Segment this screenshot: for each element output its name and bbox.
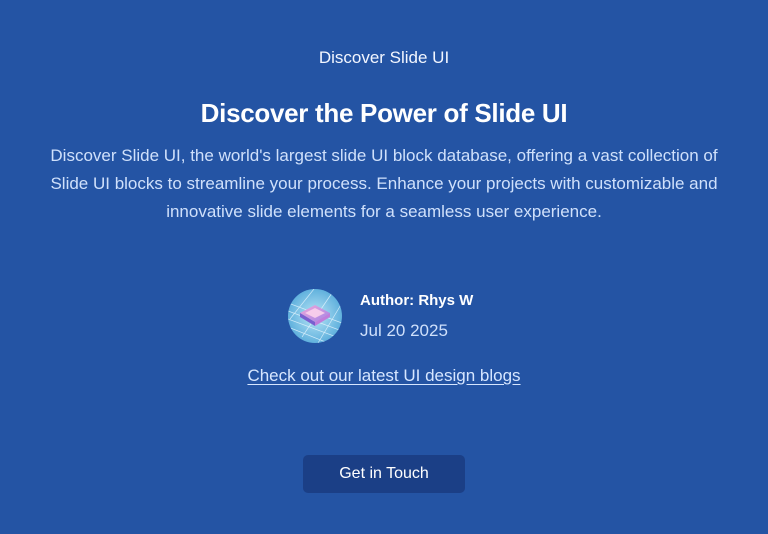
author-name: Author: Rhys W [360, 292, 474, 309]
blog-link[interactable]: Check out our latest UI design blogs [247, 366, 520, 385]
avatar-image [288, 289, 342, 343]
author-details: Author: Rhys W Jul 20 2025 [360, 290, 473, 342]
eyebrow-text: Discover Slide UI [318, 48, 450, 67]
get-in-touch-button[interactable]: Get in Touch [303, 455, 465, 493]
blog-link-container: Check out our latest UI design blogs [0, 366, 768, 386]
page-title: Discover the Power of Slide UI [200, 98, 568, 128]
avatar [288, 289, 342, 343]
publish-date: Jul 20 2025 [360, 321, 448, 340]
hero-description: Discover Slide UI, the world's largest s… [50, 146, 718, 221]
author-card: Author: Rhys W Jul 20 2025 [288, 289, 473, 343]
hero-section: Discover Slide UI Discover the Power of … [0, 0, 768, 534]
